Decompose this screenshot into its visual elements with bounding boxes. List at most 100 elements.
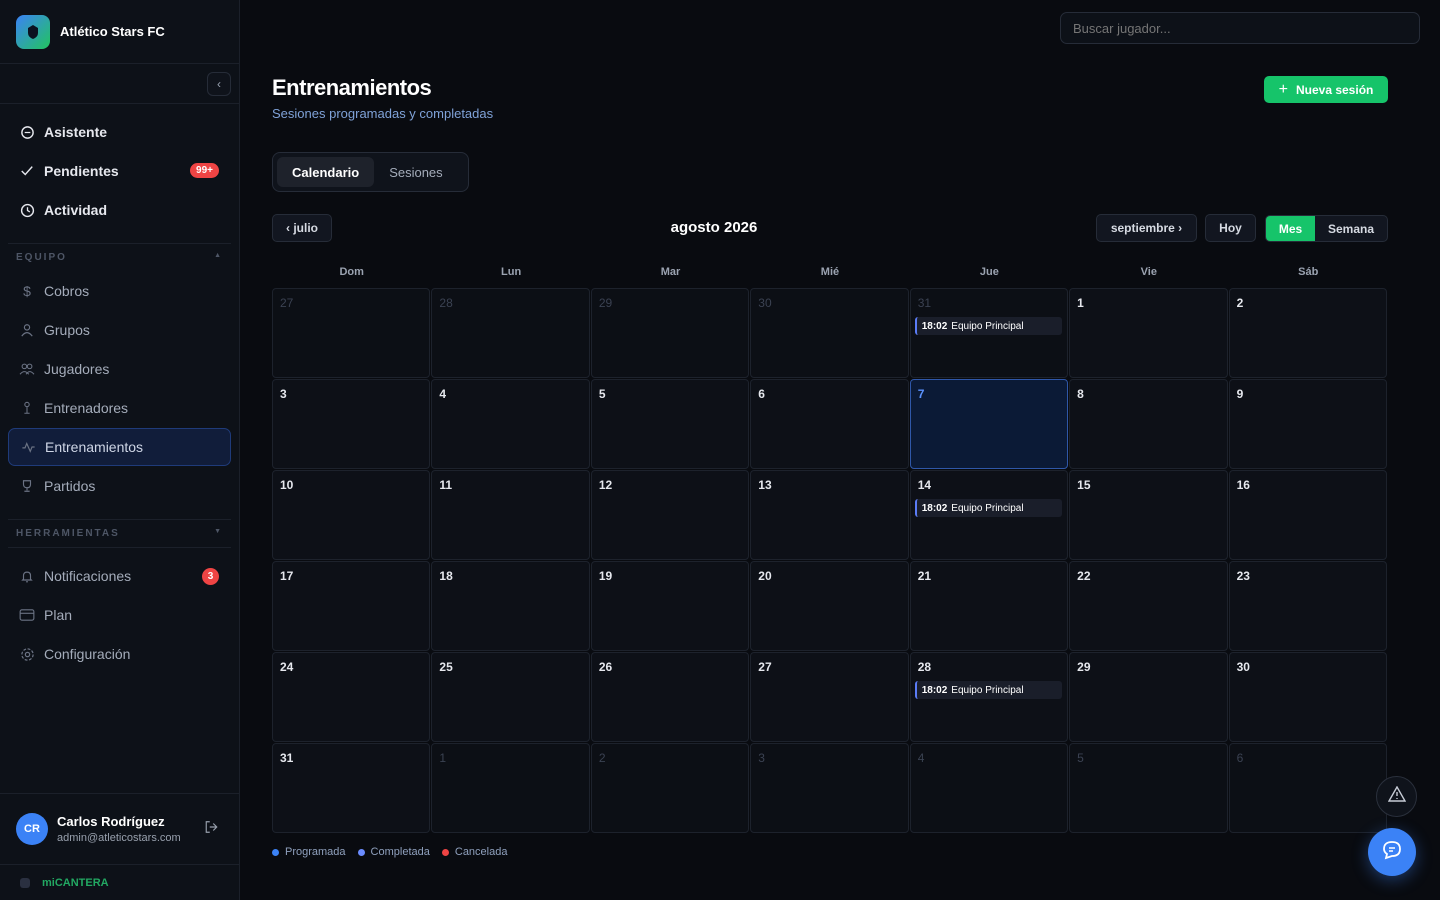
day-cell[interactable]: 8 <box>1069 379 1228 469</box>
day-number: 31 <box>280 751 294 765</box>
day-cell[interactable]: 4 <box>909 743 1069 833</box>
day-cell[interactable]: 2 <box>590 743 750 833</box>
day-cell[interactable]: 12 <box>590 470 750 560</box>
nav-item-cobros[interactable]: $ Cobros <box>8 272 231 310</box>
day-cell[interactable]: 9 <box>1228 379 1387 469</box>
day-cell[interactable]: 13 <box>750 470 909 560</box>
collapse-sidebar-button[interactable]: ‹ <box>207 72 231 96</box>
clock-icon <box>19 202 35 218</box>
day-cell[interactable]: 1 <box>431 743 590 833</box>
chat-assistant-button[interactable] <box>1368 828 1416 876</box>
bell-icon <box>19 568 35 584</box>
day-cell[interactable]: 23 <box>1228 561 1387 651</box>
day-cell[interactable]: 30 <box>750 288 909 378</box>
users-icon <box>19 361 35 377</box>
section-herramientas-header[interactable]: HERRAMIENTAS ▼ <box>8 519 231 547</box>
tab-calendario[interactable]: Calendario <box>277 157 375 187</box>
nav-item-configuracion[interactable]: Configuración <box>8 635 231 673</box>
plus-icon: + <box>1278 80 1288 98</box>
day-cell[interactable]: 5 <box>1069 743 1228 833</box>
day-number: 23 <box>1236 569 1250 583</box>
day-cell[interactable]: 27 <box>272 288 431 378</box>
day-cell[interactable]: 21 <box>909 561 1069 651</box>
nav-item-entrenadores[interactable]: Entrenadores <box>8 389 231 427</box>
day-cell[interactable]: 29 <box>590 288 750 378</box>
day-number: 20 <box>758 569 772 583</box>
day-cell[interactable]: 19 <box>590 561 750 651</box>
day-cell[interactable]: 20 <box>750 561 909 651</box>
nav-item-plan[interactable]: Plan <box>8 596 231 634</box>
training-event[interactable]: 18:02 Equipo Principal <box>914 317 1063 335</box>
footer-brand: miCANTERA <box>0 864 239 900</box>
day-cell[interactable]: 3 <box>750 743 909 833</box>
day-cell[interactable]: 18 <box>431 561 590 651</box>
nav-item-jugadores[interactable]: Jugadores <box>8 350 231 388</box>
day-cell[interactable]: 10 <box>272 470 431 560</box>
section-equipo-header[interactable]: EQUIPO ▲ <box>8 243 231 271</box>
day-number: 2 <box>1236 296 1244 310</box>
day-cell[interactable]: 22 <box>1069 561 1228 651</box>
tab-sesiones[interactable]: Sesiones <box>374 157 457 187</box>
day-cell[interactable]: 11 <box>431 470 590 560</box>
next-month-button[interactable]: septiembre › <box>1096 214 1197 242</box>
day-cell[interactable]: 2 <box>1228 288 1387 378</box>
nav-item-pendientes[interactable]: Pendientes 99+ <box>8 152 231 190</box>
today-button[interactable]: Hoy <box>1205 214 1256 242</box>
day-cell[interactable]: 27 <box>750 652 909 742</box>
view-month-button[interactable]: Mes <box>1266 216 1315 241</box>
weekday-label: Sáb <box>1298 266 1319 278</box>
day-number: 6 <box>1236 751 1244 765</box>
user-icon <box>19 322 35 338</box>
search-input[interactable] <box>1060 12 1420 44</box>
page-subtitle: Sesiones programadas y completadas <box>272 106 494 121</box>
day-cell[interactable]: 3 <box>272 379 431 469</box>
nav-label: Actividad <box>44 202 108 218</box>
day-number: 4 <box>439 387 447 401</box>
day-cell[interactable]: 29 <box>1069 652 1228 742</box>
training-event[interactable]: 18:02 Equipo Principal <box>914 499 1063 517</box>
day-cell[interactable]: 6 <box>1228 743 1387 833</box>
day-number: 14 <box>917 478 932 492</box>
nav-item-actividad[interactable]: Actividad <box>8 191 231 229</box>
training-event[interactable]: 18:02 Equipo Principal <box>914 681 1063 699</box>
logout-icon[interactable] <box>204 820 219 837</box>
day-cell[interactable]: 16 <box>1228 470 1387 560</box>
report-issue-button[interactable] <box>1376 776 1417 817</box>
day-number: 17 <box>280 569 294 583</box>
nav-item-partidos[interactable]: Partidos <box>8 467 231 505</box>
day-cell-today[interactable]: 7 <box>909 379 1069 469</box>
user-profile[interactable]: CR Carlos Rodríguez admin@atleticostars.… <box>0 793 239 864</box>
day-cell[interactable]: 31 <box>272 743 431 833</box>
day-cell[interactable]: 15 <box>1069 470 1228 560</box>
nav-item-notificaciones[interactable]: Notificaciones 3 <box>8 557 231 595</box>
legend-item: Programada <box>272 846 346 858</box>
day-cell[interactable]: 31 18:02 Equipo Principal <box>909 288 1069 378</box>
day-cell[interactable]: 28 18:02 Equipo Principal <box>909 652 1069 742</box>
nav-label: Grupos <box>44 322 90 338</box>
view-week-button[interactable]: Semana <box>1315 216 1387 241</box>
nav-item-grupos[interactable]: Grupos <box>8 311 231 349</box>
nav-item-asistente[interactable]: Asistente <box>8 113 231 151</box>
day-number: 28 <box>917 660 932 674</box>
day-cell[interactable]: 6 <box>750 379 909 469</box>
day-cell[interactable]: 17 <box>272 561 431 651</box>
day-number: 27 <box>280 296 294 310</box>
day-cell[interactable]: 25 <box>431 652 590 742</box>
day-cell[interactable]: 28 <box>431 288 590 378</box>
day-cell[interactable]: 5 <box>590 379 750 469</box>
day-cell[interactable]: 1 <box>1069 288 1228 378</box>
weekday-label: Jue <box>979 266 999 278</box>
nav-item-entrenamientos[interactable]: Entrenamientos <box>8 428 231 466</box>
day-number: 15 <box>1077 478 1091 492</box>
weekday-header: Dom Lun Mar Mié Jue Vie Sáb <box>272 266 1388 278</box>
new-session-button[interactable]: + Nueva sesión <box>1264 76 1388 103</box>
day-number: 25 <box>439 660 453 674</box>
day-cell[interactable]: 26 <box>590 652 750 742</box>
event-time: 18:02 <box>921 502 948 514</box>
brand[interactable]: Atlético Stars FC <box>0 0 239 64</box>
day-cell[interactable]: 30 <box>1228 652 1387 742</box>
prev-month-button[interactable]: ‹ julio <box>272 214 332 242</box>
day-cell[interactable]: 24 <box>272 652 431 742</box>
day-cell[interactable]: 14 18:02 Equipo Principal <box>909 470 1069 560</box>
day-cell[interactable]: 4 <box>431 379 590 469</box>
